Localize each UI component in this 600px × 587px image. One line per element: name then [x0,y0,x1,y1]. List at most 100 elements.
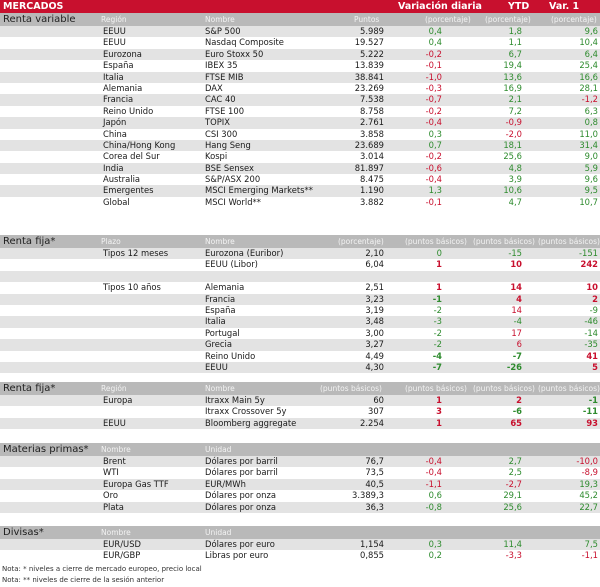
row-daily-change: -0,3 [425,82,442,93]
table-row: Alemania DAX 23.269 -0,3 16,9 28,1 [0,83,600,94]
row-year-change: 5,9 [584,162,598,173]
row-daily-change: -0,1 [425,196,442,207]
row-value: 2.254 [360,417,384,428]
row-daily-change: -0,2 [425,48,442,59]
row-value: 38.841 [354,71,384,82]
row-year-change: -35 [584,339,598,350]
col-plazo: Plazo [101,237,121,246]
row-value: 3,00 [365,327,384,338]
table-row: Francia 3,23 -1 4 2 [0,293,600,305]
row-value: 13.839 [354,60,384,71]
table-row: Emergentes MSCI Emerging Markets** 1.190 1,… [0,185,600,197]
mp-rows: Brent Dólares por barril 76,7 -0,4 2,7 -10,0 W… [0,456,600,513]
table-row: Tipos 10 años Alemania 2,51 1 14 10 [0,282,600,293]
table-row: Eurozona Euro Stoxx 50 5.222 -0,2 6,7 6,4 [0,48,600,61]
row-value: 0,855 [360,550,384,561]
row-daily-change: -2 [433,327,442,338]
row-ytd-change: 1,1 [508,37,522,48]
row-year-change: 9,6 [584,26,598,36]
row-daily-change: -0,7 [425,94,442,105]
col-daily-unit: (porcentaje) [425,15,471,24]
row-daily-change: 0,4 [428,37,442,48]
row-name: EUR/USD [103,539,141,549]
row-value: 1.190 [360,185,384,196]
row-daily-change: 0,2 [428,550,442,561]
section-renta-variable: Renta variable Región Nombre Puntos (por… [0,13,600,208]
row-year-change: 22,7 [579,501,598,512]
row-ytd-change: 4,8 [508,162,522,173]
rf2-rows: Europa Itraxx Main 5y 60 1 2 -1 Itraxx Crossov… [0,395,600,430]
table-row: India BSE Sensex 81.897 -0,6 4,8 5,9 [0,162,600,175]
row-ytd-change: -6 [512,406,522,417]
row-daily-change: -0,4 [425,456,442,466]
row-value: 40,5 [365,478,384,489]
row-year-change: 5 [592,361,598,372]
row-year-change: 9,6 [584,174,598,185]
section-title: Renta fija* [3,382,99,395]
row-value: 2.761 [360,117,384,128]
row-region: Global [103,196,130,207]
row-daily-change: -4 [432,350,442,361]
table-row: EEUU S&P 500 5.989 0,4 1,8 9,6 [0,26,600,38]
row-value: 36,3 [365,501,384,512]
row-daily-change: -7 [432,361,442,372]
table-row: Portugal 3,00 -2 17 -14 [0,328,600,339]
row-ytd-change: 25,6 [503,151,522,162]
table-row: Grecia 3,27 -2 6 -35 [0,339,600,351]
section-divisas: Divisas* Nombre Unidad EUR/USD Dólares po… [0,526,600,562]
col-ytd-unit: (puntos básicos) [473,237,535,246]
row-daily-change: -1,0 [425,71,442,82]
section-materias-primas: Materias primas* Nombre Unidad Brent Dóla… [0,443,600,513]
row-daily-change: 1 [436,282,442,293]
row-daily-change: 0,7 [428,139,442,150]
table-row: Australia S&P/ASX 200 8.475 -0,4 3,9 9,6 [0,174,600,185]
row-value: 1,154 [360,539,384,549]
col-daily-unit: (puntos básicos) [405,384,467,393]
table-row [0,270,600,283]
row-value: 73,5 [365,467,384,478]
row-year-change: 41 [586,350,598,361]
row-ytd-change: 14 [510,282,522,293]
table-row: España 3,19 -2 14 -9 [0,305,600,316]
row-daily-change: -2 [433,339,442,350]
row-plazo: Tipos 12 meses [103,248,169,258]
section-header: Divisas* Nombre Unidad [0,526,600,539]
table-row: Italia FTSE MIB 38.841 -1,0 13,6 16,6 [0,71,600,83]
col-level-unit: (puntos básicos) [320,384,382,393]
row-year-change: 10,4 [579,37,598,48]
row-region: Japón [103,117,127,128]
section-title: Renta variable [3,13,99,26]
col-unidad: Unidad [205,445,232,454]
row-value: 6,04 [365,259,384,270]
table-row: Brent Dólares por barril 76,7 -0,4 2,7 -10,0 [0,456,600,468]
row-ytd-change: 17 [511,327,522,338]
row-daily-change: -0,2 [425,151,442,162]
row-daily-change: -3 [433,316,442,327]
row-year-change: 11,0 [579,128,598,139]
row-daily-change: 0,6 [428,490,442,501]
table-row: Europa Gas TTF EUR/MWh 40,5 -1,1 -2,7 19,3 [0,478,600,491]
row-plazo: Tipos 10 años [103,282,161,293]
row-year-change: 93 [586,417,598,428]
col-year-unit: (puntos básicos) [538,384,600,393]
header-col-ytd: YTD [508,1,530,12]
table-row: Francia CAC 40 7.538 -0,7 2,1 -1,2 [0,94,600,106]
section-title: Materias primas* [3,443,99,456]
row-year-change: 45,2 [579,490,598,501]
row-ytd-change: 18,1 [503,139,522,150]
table-row: Europa Itraxx Main 5y 60 1 2 -1 [0,395,600,407]
table-row: WTI Dólares por barril 73,5 -0,4 2,5 -8,9 [0,467,600,478]
dv-rows: EUR/USD Dólares por euro 1,154 0,3 11,4 7,5 EU… [0,539,600,562]
row-value: 2,10 [365,248,384,258]
section-header: Renta fija* Plazo Nombre (porcentaje) (p… [0,235,600,248]
row-region: Corea del Sur [103,151,160,162]
table-row: España IBEX 35 13.839 -0,1 19,4 25,4 [0,60,600,71]
row-region: China [103,128,127,139]
col-region: Región [101,384,127,393]
row-daily-change: 0,3 [428,128,442,139]
row-daily-change: -0,4 [425,467,442,478]
col-nombre: Nombre [101,445,131,454]
table-row: EUR/USD Dólares por euro 1,154 0,3 11,4 7,5 [0,539,600,551]
row-ytd-change: -3,3 [505,550,522,561]
row-ytd-change: -2,0 [505,128,522,139]
